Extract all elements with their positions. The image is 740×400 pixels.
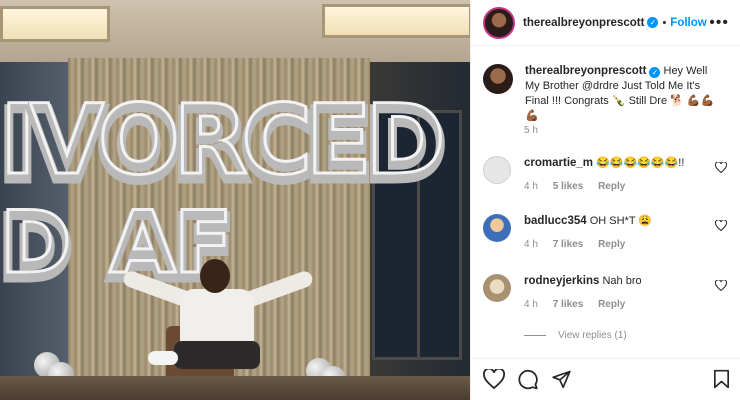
comment-icon[interactable]: [517, 369, 539, 390]
balloon-letter: DD: [361, 84, 450, 202]
comment-body: badlucc354 OH SH*T 😩 4 h 7 likes Reply: [524, 214, 652, 252]
comment-text: OH SH*T 😩: [589, 215, 653, 227]
reply-button[interactable]: Reply: [598, 299, 625, 310]
commenter-avatar[interactable]: [483, 274, 511, 302]
bookmark-icon[interactable]: [713, 369, 730, 389]
post-side-panel: therealbreyonprescott ✓ • Follow ••• the…: [470, 0, 740, 400]
separator-dot: •: [662, 16, 667, 29]
comment-item: cromartie_m 😂😂😂😂😂😂!! 4 h 5 likes Reply: [483, 156, 733, 194]
comment-likes[interactable]: 7 likes: [553, 239, 584, 250]
follow-button[interactable]: Follow: [670, 17, 706, 29]
caption-avatar[interactable]: [483, 64, 513, 94]
balloon-letter: EE: [302, 84, 377, 202]
action-bar: [471, 358, 740, 400]
author-avatar[interactable]: [483, 6, 515, 39]
comment-item: rodneyjerkins Nah bro 4 h 7 likes Reply: [483, 274, 733, 312]
balloon-letter: VV: [25, 84, 108, 202]
verified-badge-icon: ✓: [649, 67, 661, 78]
comment-likes[interactable]: 5 likes: [553, 181, 584, 192]
verified-badge-icon: ✓: [647, 17, 659, 28]
comment-text: Nah bro: [602, 275, 642, 287]
share-icon[interactable]: [551, 369, 572, 389]
floor: [0, 376, 470, 400]
post-photo[interactable]: II VV OO RR CC EE DD DD AA FF: [0, 0, 470, 400]
balloon-letter: DD: [0, 193, 76, 299]
ceiling-light-right: [322, 4, 470, 38]
more-icon[interactable]: •••: [709, 14, 729, 32]
comment-likes[interactable]: 7 likes: [553, 299, 584, 310]
comment-time: 4 h: [524, 299, 538, 310]
balloon-letter: OO: [94, 84, 185, 202]
commenter-username[interactable]: rodneyjerkins: [524, 275, 599, 287]
commenter-username[interactable]: badlucc354: [524, 215, 587, 227]
comment-meta: 4 h 7 likes Reply: [524, 237, 652, 252]
caption-body: therealbreyonprescott ✓ Hey Well My Broth…: [525, 64, 725, 124]
comment-meta: 4 h 7 likes Reply: [524, 297, 642, 312]
ceiling-light-left: [0, 6, 110, 42]
instagram-post: II VV OO RR CC EE DD DD AA FF therealbre…: [0, 0, 740, 400]
post-caption: therealbreyonprescott ✓ Hey Well My Broth…: [483, 64, 731, 124]
caption-timestamp: 5 h: [524, 125, 538, 136]
balloon-letter: CC: [237, 84, 317, 202]
comment-time: 4 h: [524, 239, 538, 250]
commenter-username[interactable]: cromartie_m: [524, 157, 593, 169]
commenter-avatar[interactable]: [483, 156, 511, 184]
heart-icon[interactable]: [483, 369, 505, 389]
comment-item: badlucc354 OH SH*T 😩 4 h 7 likes Reply: [483, 214, 733, 252]
reply-button[interactable]: Reply: [598, 239, 625, 250]
seated-man: [110, 255, 320, 385]
heart-icon[interactable]: [715, 162, 727, 173]
comment-body: cromartie_m 😂😂😂😂😂😂!! 4 h 5 likes Reply: [524, 156, 684, 194]
caption-username[interactable]: therealbreyonprescott: [525, 65, 646, 77]
view-replies-link[interactable]: View replies (1): [524, 330, 627, 341]
balloon-letter: RR: [169, 84, 252, 202]
comment-text: 😂😂😂😂😂😂!!: [596, 157, 685, 169]
comment-body: rodneyjerkins Nah bro 4 h 7 likes Reply: [524, 274, 642, 312]
heart-icon[interactable]: [715, 220, 727, 231]
commenter-avatar[interactable]: [483, 214, 511, 242]
reply-button[interactable]: Reply: [598, 181, 625, 192]
heart-icon[interactable]: [715, 280, 727, 291]
post-header: therealbreyonprescott ✓ • Follow •••: [471, 0, 740, 46]
comment-meta: 4 h 5 likes Reply: [524, 179, 684, 194]
author-username[interactable]: therealbreyonprescott: [523, 17, 644, 29]
balloon-row-top: II VV OO RR CC EE DD: [0, 84, 450, 202]
comment-time: 4 h: [524, 181, 538, 192]
